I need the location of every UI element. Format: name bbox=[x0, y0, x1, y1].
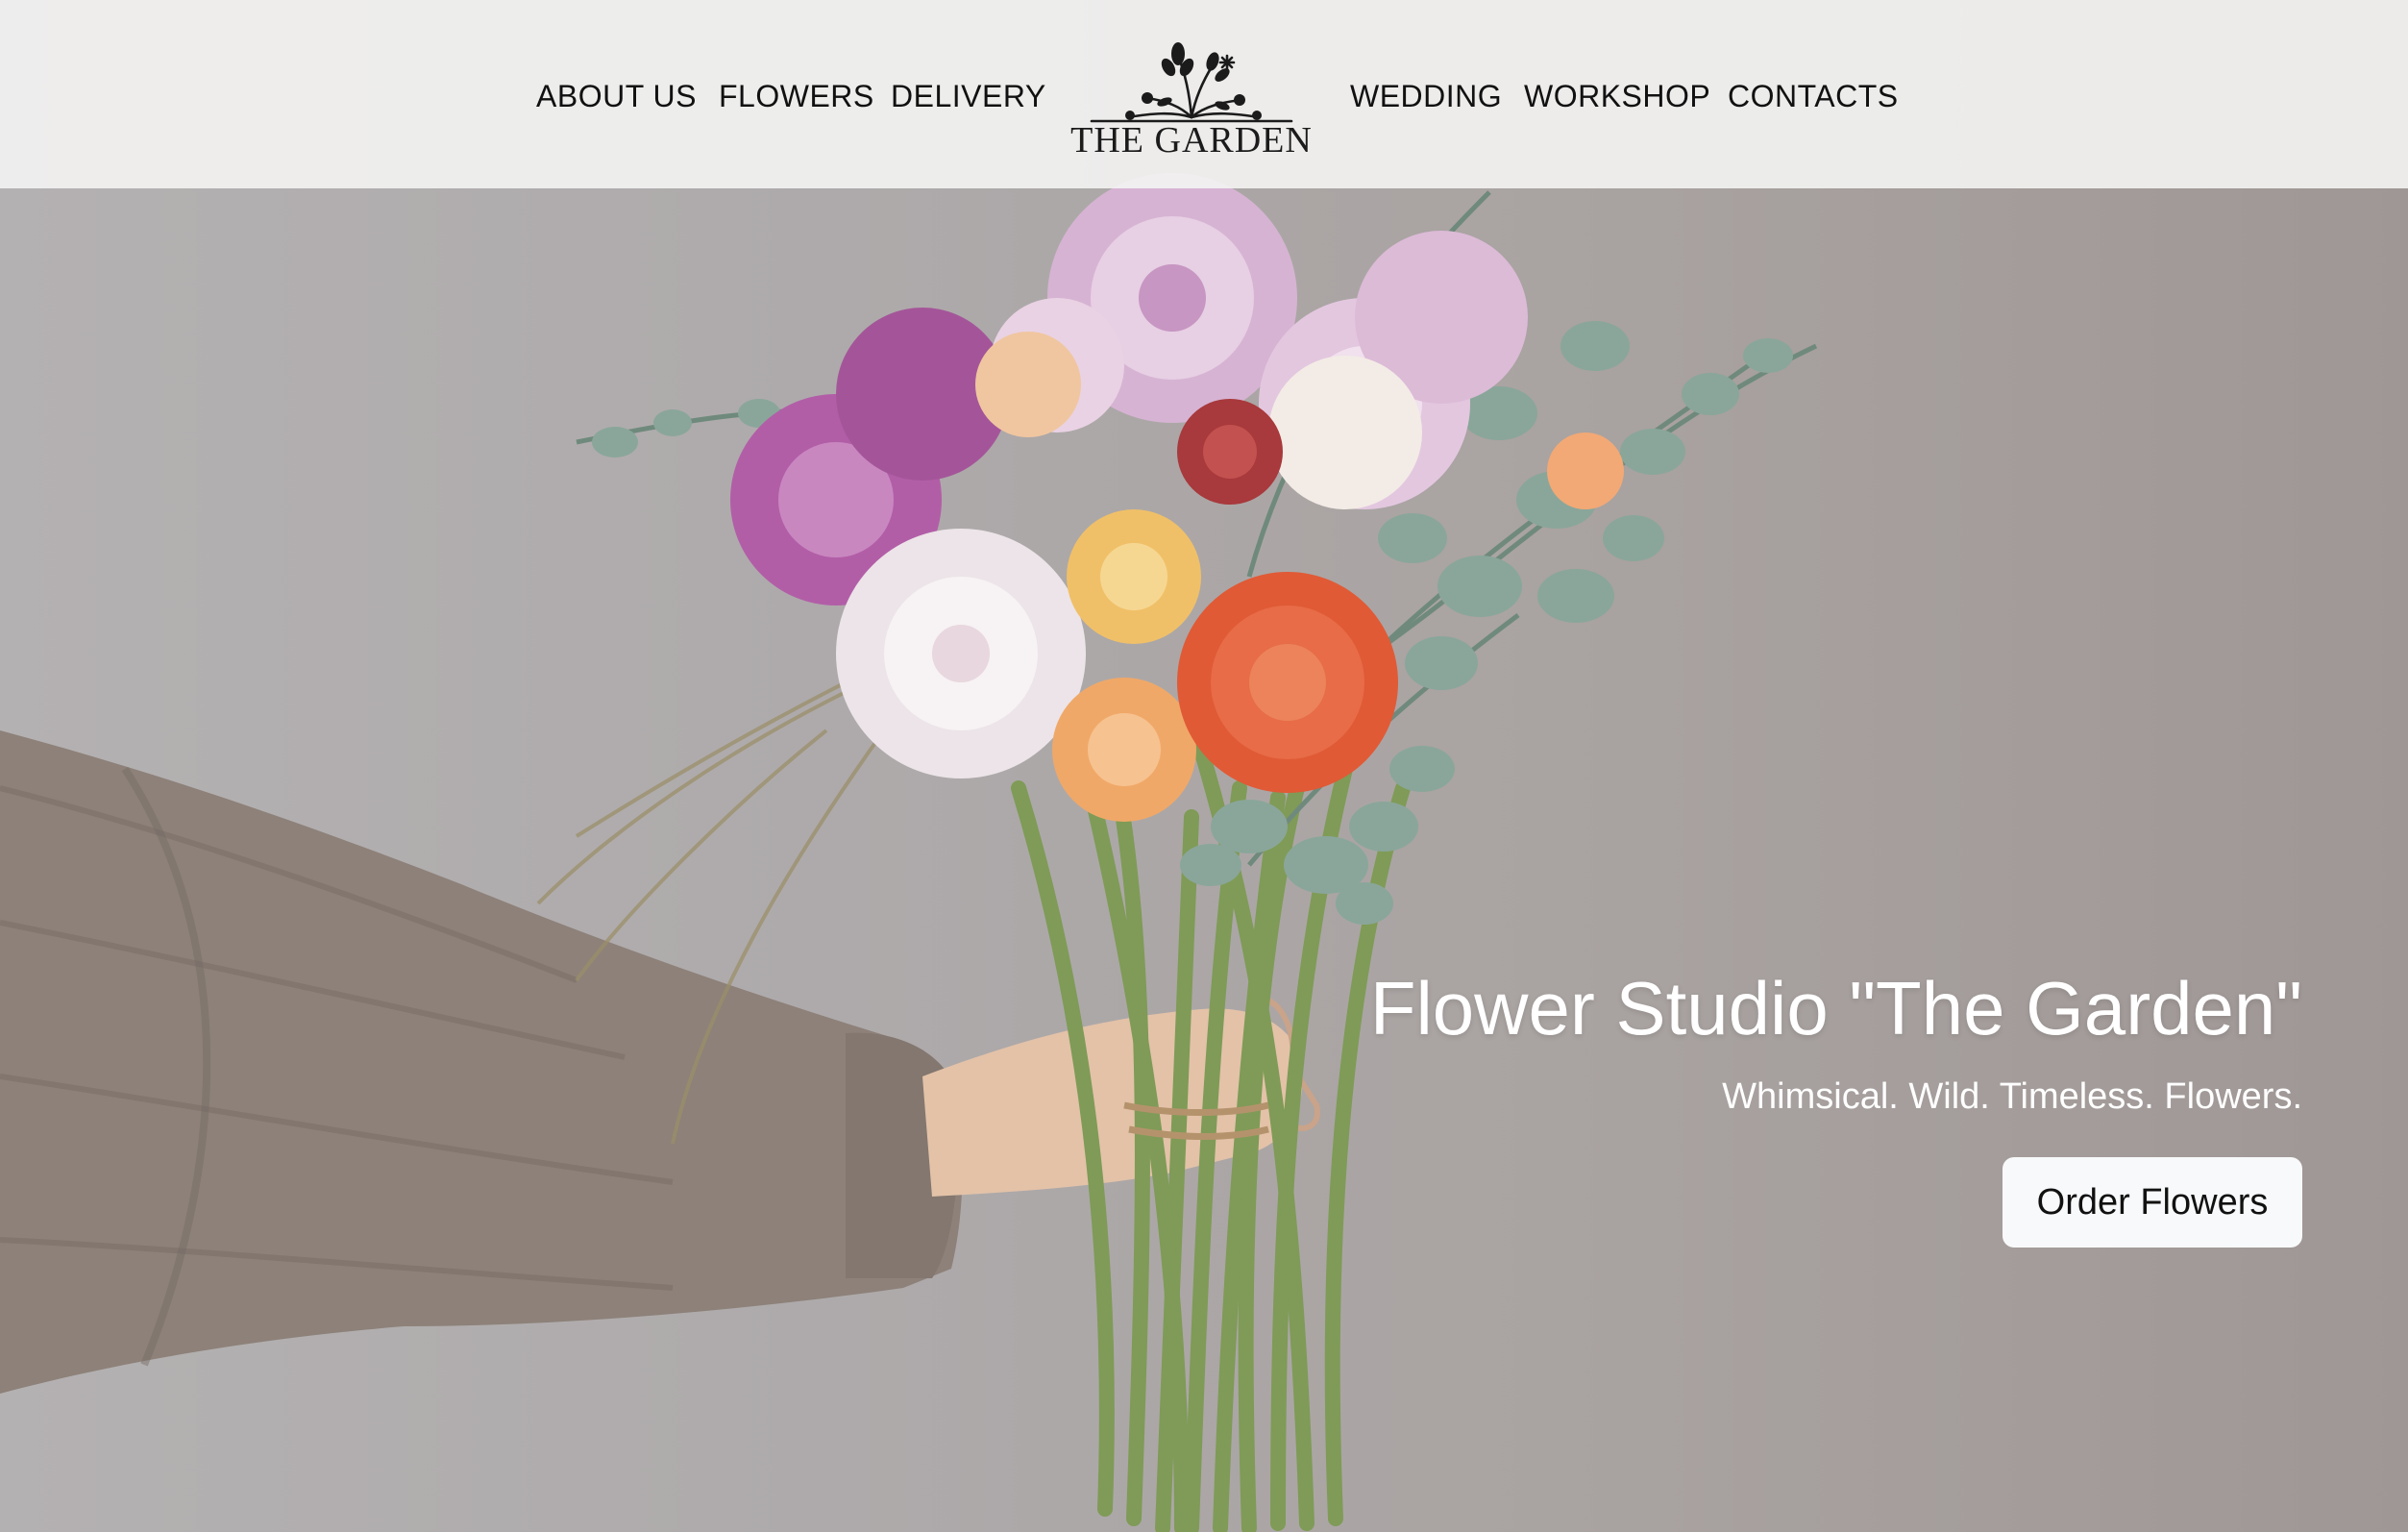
nav-link-contacts[interactable]: CONTACTS bbox=[1728, 75, 1899, 117]
logo-wordmark: THE GARDEN bbox=[1070, 120, 1313, 161]
nav-link-about-us[interactable]: ABOUT US bbox=[536, 75, 697, 117]
nav-link-wedding[interactable]: WEDDING bbox=[1350, 75, 1502, 117]
hero-subtitle: Whimsical. Wild. Timeless. Flowers. bbox=[1722, 1076, 2302, 1117]
bouquet-photo bbox=[0, 173, 1818, 1532]
top-navigation-bar: ABOUT US FLOWERS DELIVERY THE GARDEN WED… bbox=[0, 0, 2408, 188]
site-logo[interactable]: THE GARDEN bbox=[1069, 17, 1315, 161]
nav-link-flowers[interactable]: FLOWERS bbox=[719, 75, 874, 117]
nav-link-workshop[interactable]: WORKSHOP bbox=[1524, 75, 1710, 117]
order-flowers-button[interactable]: Order Flowers bbox=[2003, 1157, 2302, 1248]
hero-title: Flower Studio "The Garden" bbox=[1369, 966, 2302, 1050]
hero-section: ABOUT US FLOWERS DELIVERY THE GARDEN WED… bbox=[0, 0, 2408, 1532]
nav-link-delivery[interactable]: DELIVERY bbox=[891, 75, 1046, 117]
flower-logo-icon bbox=[1090, 42, 1293, 123]
